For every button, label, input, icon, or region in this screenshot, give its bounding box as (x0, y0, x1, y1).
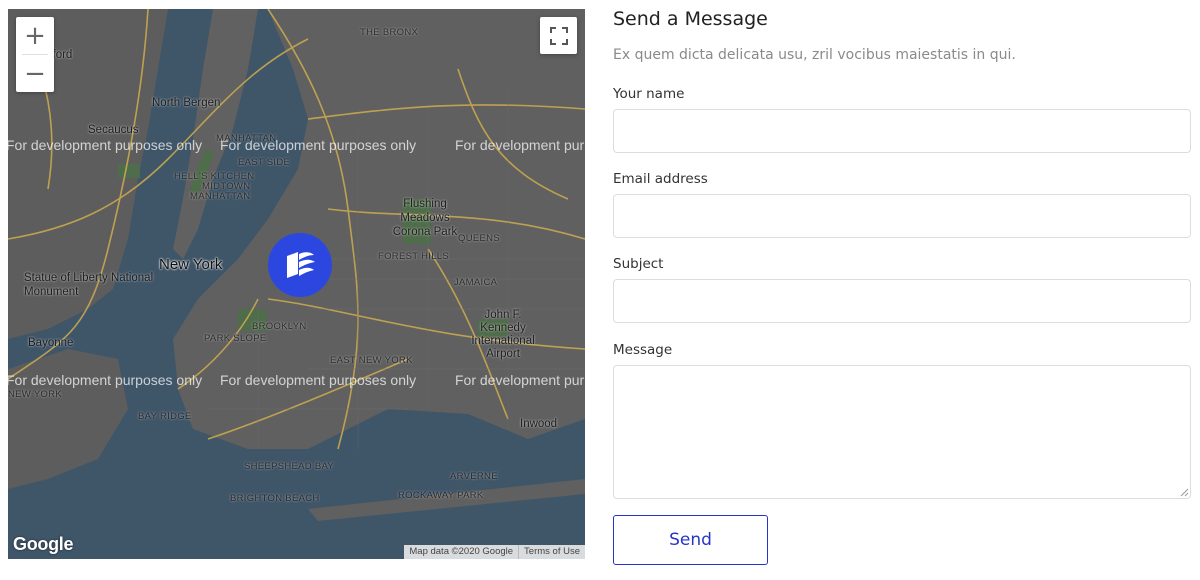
zoom-in-button[interactable]: + (16, 17, 54, 54)
place-flushing-meadows: Flushing Meadows Corona Park (392, 198, 458, 238)
place-rockaway-park: ROCKAWAY PARK (398, 490, 484, 501)
email-label: Email address (613, 171, 708, 187)
form-title: Send a Message (613, 8, 768, 30)
place-bronx: THE BRONX (360, 27, 419, 38)
place-brooklyn: BROOKLYN (252, 321, 307, 332)
place-bay-ridge: BAY RIDGE (138, 411, 192, 422)
email-input[interactable] (613, 194, 1191, 238)
place-queens: QUEENS (458, 233, 500, 244)
message-textarea[interactable] (613, 365, 1191, 499)
place-forest-hills: FOREST HILLS (378, 251, 449, 262)
name-input[interactable] (613, 109, 1191, 153)
place-east-new-york: EAST NEW YORK (330, 355, 413, 366)
place-secaucus: Secaucus (88, 124, 139, 136)
terms-of-use-link[interactable]: Terms of Use (518, 545, 585, 559)
map-data-credit: Map data ©2020 Google (409, 546, 514, 557)
send-button[interactable]: Send (613, 515, 768, 565)
place-east-side: EAST SIDE (238, 157, 291, 168)
place-park-slope: PARK SLOPE (204, 333, 267, 344)
place-jamaica: JAMAICA (454, 277, 498, 288)
resize-grip-icon[interactable] (1179, 487, 1189, 497)
map-attribution: Map data ©2020 Google Terms of Use (404, 545, 585, 559)
place-north-bergen: North Bergen (152, 97, 221, 109)
zoom-out-button[interactable]: − (16, 55, 54, 92)
message-label: Message (613, 342, 673, 358)
place-statue-of-liberty: Statue of Liberty National Monument (24, 272, 154, 298)
place-inwood: Inwood (520, 418, 558, 430)
subject-input[interactable] (613, 279, 1191, 323)
map-watermark: For development purposes only (8, 137, 203, 153)
place-new-york: New York (159, 256, 223, 273)
place-jfk: John F. Kennedy International Airport (471, 309, 535, 360)
map[interactable]: For development purposes only For develo… (8, 9, 585, 559)
plus-icon: + (24, 20, 46, 51)
place-new-york-small: NEW YORK (8, 389, 62, 400)
map-watermark: For development purposes only (8, 372, 203, 388)
map-watermark: For development purposes only (455, 137, 585, 153)
name-label: Your name (613, 86, 685, 102)
place-sheepshead-bay: SHEEPSHEAD BAY (244, 461, 335, 472)
fullscreen-button[interactable] (540, 17, 577, 54)
place-arverne: ARVERNE (450, 471, 498, 482)
location-marker[interactable] (268, 233, 332, 297)
fullscreen-icon (549, 26, 568, 45)
zoom-controls: + − (16, 17, 54, 92)
form-subtitle: Ex quem dicta delicata usu, zril vocibus… (613, 47, 1016, 63)
place-manhattan: MANHATTAN (216, 133, 277, 144)
place-bayonne: Bayonne (28, 337, 74, 349)
google-logo: Google (13, 534, 74, 554)
brand-logo-icon (287, 252, 315, 278)
place-manhattan-lower: MANHATTAN (190, 191, 251, 202)
map-watermark: For development purposes only (220, 372, 417, 388)
subject-label: Subject (613, 256, 664, 272)
map-watermark: For development purposes only (455, 372, 585, 388)
minus-icon: − (24, 58, 46, 89)
place-brighton-beach: BRIGHTON BEACH (230, 493, 320, 504)
